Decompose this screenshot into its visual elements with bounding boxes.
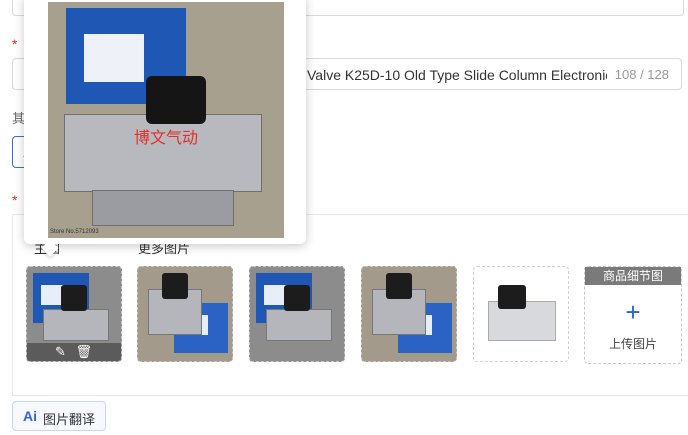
thumb-tools: ✎ 🗑: [27, 343, 121, 361]
upload-label: 上传图片: [608, 337, 657, 351]
preview-watermark: 博文气动: [134, 130, 199, 147]
preview-image: 博文气动 Store No.5712093: [48, 2, 284, 238]
image-translate-button[interactable]: Ai 图片翻译: [12, 401, 106, 431]
images-required-mark: *: [12, 192, 18, 208]
detail-image-tag: 商品细节图: [585, 267, 681, 285]
title-char-count: 108 / 128: [614, 67, 669, 82]
title-required-mark: *: [12, 36, 18, 52]
product-image-5[interactable]: [473, 266, 569, 362]
product-image-4[interactable]: [361, 266, 457, 362]
product-title-value: Valve K25D-10 Old Type Slide Column Elec…: [307, 67, 607, 83]
plus-icon: +: [625, 297, 641, 327]
image-translate-label: 图片翻译: [43, 412, 96, 427]
product-image-3[interactable]: [249, 266, 345, 362]
edit-icon[interactable]: ✎: [55, 344, 66, 359]
product-image-1[interactable]: ✎ 🗑: [26, 266, 122, 362]
product-image-2[interactable]: [137, 266, 233, 362]
ai-icon: Ai: [23, 408, 37, 424]
upload-detail-image[interactable]: 商品细节图 + 上传图片: [584, 266, 682, 364]
delete-icon[interactable]: 🗑: [76, 344, 93, 359]
preview-store-no: Store No.5712093: [50, 229, 99, 235]
